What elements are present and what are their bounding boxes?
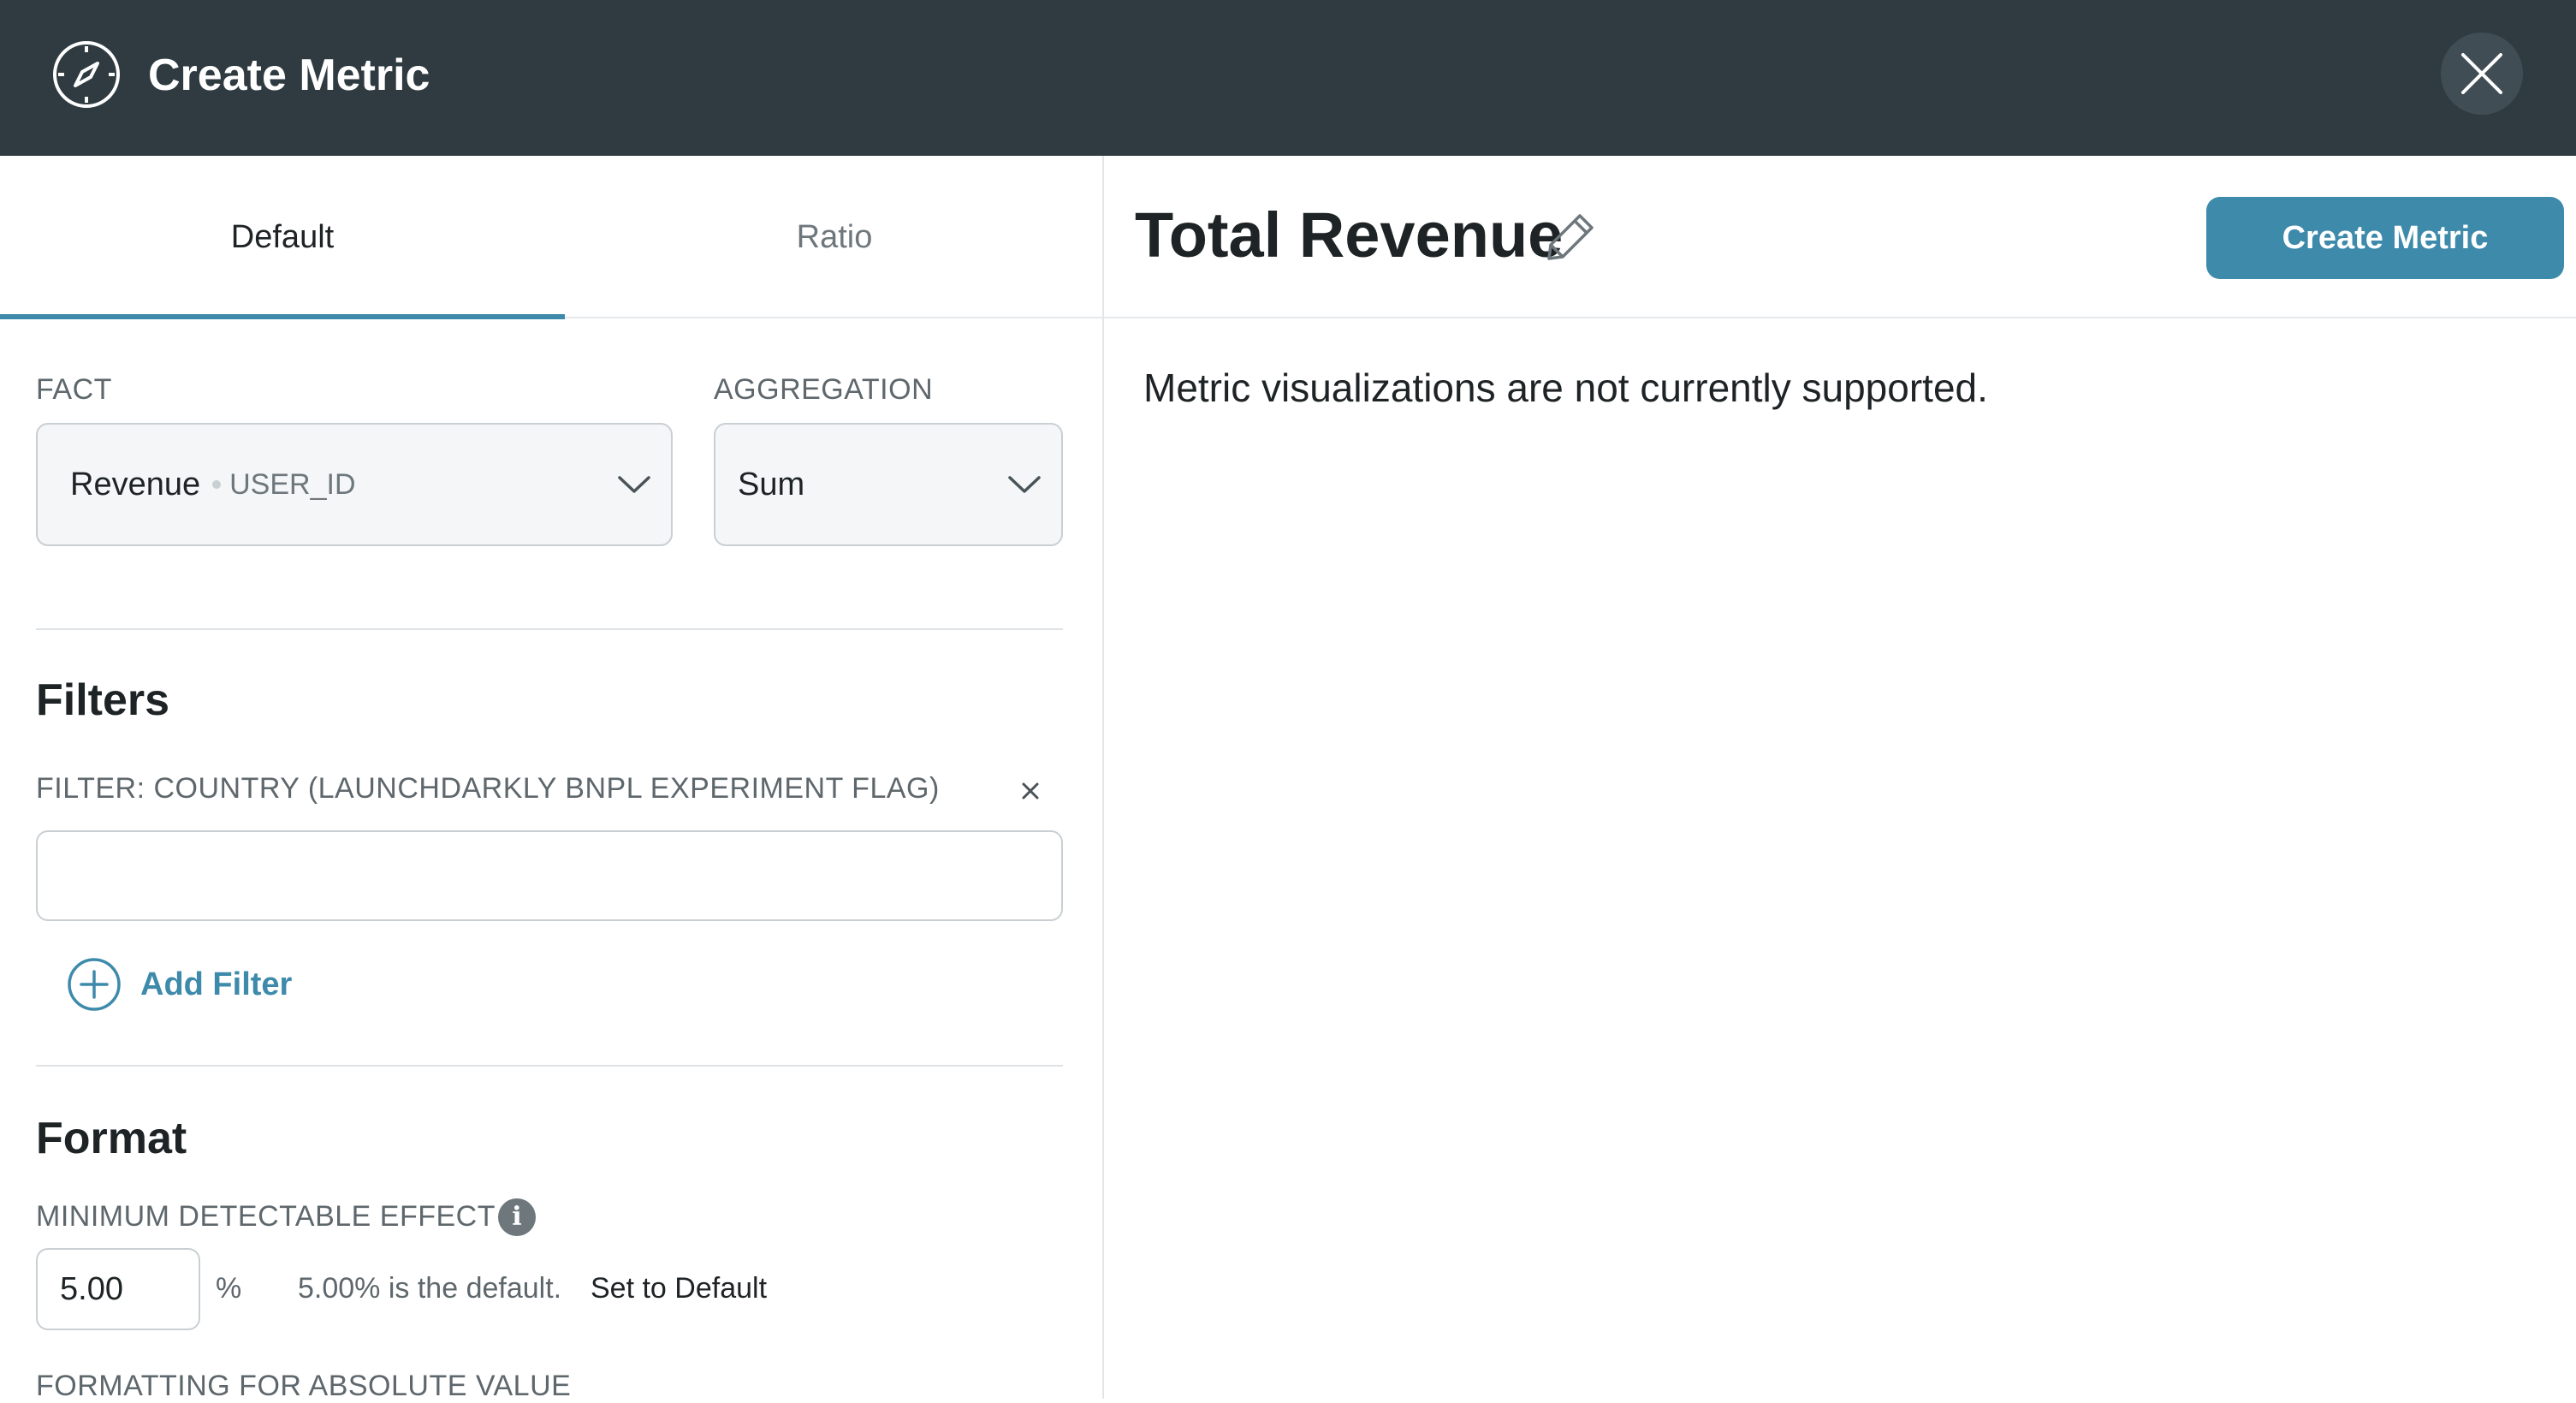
section-divider xyxy=(36,1065,1063,1067)
separator-dot xyxy=(212,480,222,489)
filter-value-input[interactable] xyxy=(36,830,1063,921)
header-divider xyxy=(1104,317,2576,318)
set-to-default-link[interactable]: Set to Default xyxy=(591,1272,767,1305)
metric-name: Total Revenue xyxy=(1135,199,1564,270)
plus-circle-icon xyxy=(68,958,121,1011)
mde-label: MINIMUM DETECTABLE EFFECT xyxy=(36,1200,496,1233)
modal-title: Create Metric xyxy=(148,51,430,100)
mde-value: 5.00 xyxy=(60,1270,123,1307)
remove-filter-button[interactable] xyxy=(1017,777,1044,805)
tab-ratio[interactable]: Ratio xyxy=(565,156,1104,318)
close-button[interactable] xyxy=(2441,33,2523,115)
close-icon xyxy=(2461,53,2502,94)
chevron-down-icon xyxy=(1008,476,1041,493)
aggregation-select[interactable]: Sum xyxy=(714,423,1063,546)
add-filter-label: Add Filter xyxy=(140,966,293,1002)
fact-value: Revenue xyxy=(70,466,201,502)
pencil-icon[interactable] xyxy=(1546,211,1597,266)
active-tab-indicator xyxy=(0,314,565,319)
filters-title: Filters xyxy=(36,675,170,725)
fact-sub-value: USER_ID xyxy=(229,467,356,501)
mde-input[interactable]: 5.00 xyxy=(36,1248,200,1330)
tab-default[interactable]: Default xyxy=(0,156,565,318)
filter-label: FILTER: COUNTRY (LAUNCHDARKLY BNPL EXPER… xyxy=(36,772,940,805)
add-filter-button[interactable]: Add Filter xyxy=(67,957,292,1012)
chevron-down-icon xyxy=(618,476,650,493)
close-icon xyxy=(1022,782,1039,800)
mde-hint: 5.00% is the default. xyxy=(298,1272,562,1305)
info-icon[interactable]: i xyxy=(498,1198,536,1236)
pane-divider xyxy=(1102,156,1104,1399)
aggregation-label: AGGREGATION xyxy=(714,373,934,406)
section-divider xyxy=(36,628,1063,630)
format-title: Format xyxy=(36,1114,187,1163)
aggregation-value: Sum xyxy=(738,466,805,502)
compass-icon xyxy=(51,39,122,110)
absolute-format-label: FORMATTING FOR ABSOLUTE VALUE xyxy=(36,1370,572,1402)
fact-label: FACT xyxy=(36,373,112,406)
visualization-message: Metric visualizations are not currently … xyxy=(1143,366,1988,410)
fact-select[interactable]: Revenue USER_ID xyxy=(36,423,673,546)
mde-unit: % xyxy=(216,1272,242,1305)
create-metric-button[interactable]: Create Metric xyxy=(2206,197,2564,279)
